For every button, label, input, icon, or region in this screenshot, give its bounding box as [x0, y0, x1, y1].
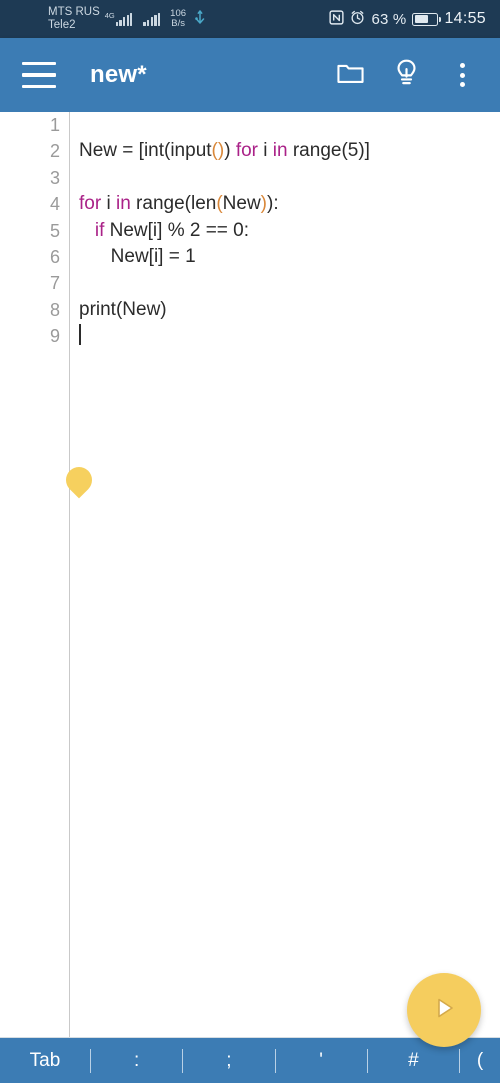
carrier-line-1: MTS RUS	[48, 6, 100, 19]
symbol-key-5[interactable]: (	[460, 1050, 500, 1072]
code-line[interactable]: New = [int(input()) for i in range(5)]	[79, 138, 500, 164]
code-line[interactable]	[79, 165, 500, 191]
toolbar-divider	[182, 1048, 184, 1073]
alarm-clock-icon	[350, 10, 365, 28]
line-number-gutter: 1 2 3 4 5 6 7 8 9	[0, 112, 70, 1037]
clock-label: 14:55	[444, 10, 486, 27]
toolbar-divider	[274, 1048, 276, 1073]
line-number: 6	[49, 246, 60, 267]
nfc-icon	[329, 10, 345, 28]
line-number: 4	[49, 194, 60, 215]
run-button[interactable]	[407, 973, 481, 1047]
status-bar-left: MTS RUS Tele2 4G 106 B/s	[48, 6, 206, 32]
folder-icon	[336, 61, 364, 90]
code-token: ()	[211, 140, 225, 162]
code-token: )	[224, 140, 236, 162]
line-number: 3	[49, 167, 60, 188]
code-token: range(5)]	[287, 140, 370, 162]
code-token: if	[94, 219, 105, 241]
code-line[interactable]: New[i] = 1	[79, 244, 500, 270]
symbol-key-tab[interactable]: Tab	[0, 1050, 90, 1072]
data-rate-unit: B/s	[171, 18, 185, 29]
battery-percent-label: 63 %	[371, 10, 407, 28]
open-file-button[interactable]	[322, 47, 378, 103]
usb-icon	[194, 10, 206, 28]
hamburger-menu-icon[interactable]	[22, 62, 56, 88]
line-number: 5	[49, 220, 60, 241]
code-editor-area[interactable]: 1 2 3 4 5 6 7 8 9 New = [int(input()) for i in r…	[0, 112, 500, 1037]
app-bar-actions	[322, 47, 500, 103]
code-token: New	[222, 193, 261, 215]
symbol-key-4[interactable]: #	[368, 1050, 459, 1072]
line-number: 1	[49, 115, 60, 135]
code-token: in	[115, 193, 131, 215]
symbol-key-3[interactable]: '	[276, 1050, 367, 1072]
page-title: new*	[90, 61, 147, 88]
line-number: 2	[49, 141, 60, 162]
code-editor-app: MTS RUS Tele2 4G 106 B/s 63 % 14:55 new*…	[0, 0, 500, 1083]
overflow-menu-icon	[459, 63, 465, 87]
code-token: i	[258, 140, 273, 162]
sim1-signal-group: 4G	[105, 12, 133, 26]
symbol-key-2[interactable]: ;	[183, 1050, 274, 1072]
text-caret	[79, 324, 81, 346]
data-rate-indicator: 106 B/s	[170, 8, 186, 30]
carrier-line-2: Tele2	[48, 19, 76, 31]
sim2-signal-bars-icon	[143, 12, 161, 26]
line-number: 9	[49, 326, 60, 347]
hint-button[interactable]	[378, 47, 434, 103]
code-token: for	[79, 193, 102, 215]
code-token: in	[272, 140, 288, 162]
code-line[interactable]: print(New)	[79, 297, 500, 323]
toolbar-divider	[459, 1048, 460, 1073]
code-line[interactable]: for i in range(len(New)):	[79, 191, 500, 217]
lightbulb-icon	[394, 59, 419, 92]
toolbar-divider	[366, 1048, 368, 1073]
symbol-key-1[interactable]: :	[91, 1050, 182, 1072]
code-line[interactable]	[79, 270, 500, 296]
app-bar: new*	[0, 38, 500, 112]
code-token: New[i] % 2 == 0:	[104, 219, 250, 241]
battery-icon	[412, 12, 442, 26]
status-bar-right: 63 % 14:55	[329, 10, 486, 28]
line-number: 8	[49, 299, 60, 320]
play-icon	[427, 991, 461, 1030]
code-line[interactable]	[79, 323, 500, 349]
code-token: range(len	[130, 193, 217, 215]
signal-bars-icon	[115, 12, 133, 26]
code-token: New[i] = 1	[79, 245, 196, 267]
line-number: 7	[49, 273, 60, 294]
code-token: for	[235, 140, 258, 162]
code-token: print(New)	[79, 298, 167, 320]
code-text-area[interactable]: New = [int(input()) for i in range(5)] fo…	[70, 112, 500, 1037]
toolbar-divider	[90, 1048, 91, 1073]
code-line[interactable]	[79, 112, 500, 138]
network-type-label: 4G	[104, 11, 115, 21]
code-token: New = [int(input	[79, 140, 212, 162]
code-token: i	[101, 193, 116, 215]
code-line[interactable]: if New[i] % 2 == 0:	[79, 218, 500, 244]
symbol-toolbar: Tab:; ' #(	[0, 1037, 500, 1083]
code-token: ):	[267, 193, 279, 215]
carrier-labels: MTS RUS Tele2	[48, 6, 100, 32]
system-status-bar: MTS RUS Tele2 4G 106 B/s 63 % 14:55	[0, 0, 500, 38]
overflow-menu-button[interactable]	[434, 47, 490, 103]
